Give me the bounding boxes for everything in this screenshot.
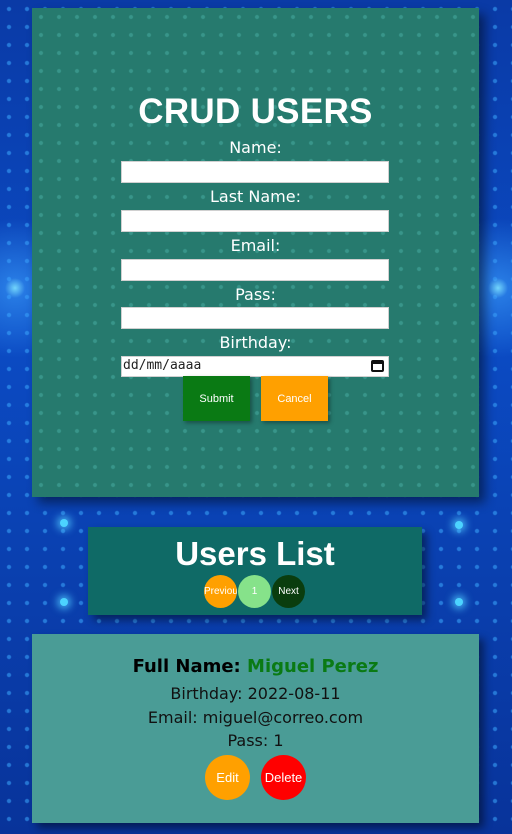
- email-field[interactable]: [121, 259, 389, 281]
- page-number-button[interactable]: 1: [238, 575, 271, 608]
- pass-field[interactable]: [121, 307, 389, 329]
- background-glow: [60, 519, 68, 527]
- previous-page-button[interactable]: Previous: [204, 575, 237, 608]
- background-glow: [60, 598, 68, 606]
- user-email: Email: miguel@correo.com: [147, 708, 364, 727]
- calendar-icon[interactable]: [371, 360, 384, 372]
- name-field[interactable]: [121, 161, 389, 183]
- birthday-label: Birthday:: [219, 333, 292, 352]
- full-name-label: Full Name:: [132, 656, 241, 677]
- users-list-title: Users List: [175, 535, 335, 572]
- background-glow: [455, 521, 463, 529]
- user-card: Full Name: Miguel Perez Birthday: 2022-0…: [32, 634, 479, 823]
- edit-button[interactable]: Edit: [205, 755, 250, 800]
- last-name-field[interactable]: [121, 210, 389, 232]
- cancel-button[interactable]: Cancel: [261, 376, 328, 421]
- user-form-card: CRUD USERS Name: Last Name: Email: Pass:…: [32, 8, 479, 497]
- full-name-line: Full Name: Miguel Perez: [32, 656, 479, 677]
- delete-button[interactable]: Delete: [261, 755, 306, 800]
- submit-button[interactable]: Submit: [183, 376, 250, 421]
- pass-label: Pass:: [235, 285, 276, 304]
- name-label: Name:: [229, 138, 282, 157]
- birthday-placeholder: dd/mm/aaaa: [123, 358, 202, 373]
- email-label: Email:: [230, 236, 281, 255]
- last-name-label: Last Name:: [209, 187, 301, 206]
- users-list-header: Users List Previous 1 Next: [88, 527, 422, 615]
- background-glow: [455, 598, 463, 606]
- user-pass: Pass: 1: [227, 731, 284, 750]
- user-birthday: Birthday: 2022-08-11: [170, 684, 341, 703]
- form-title: CRUD USERS: [138, 92, 373, 131]
- birthday-field[interactable]: dd/mm/aaaa: [121, 356, 389, 377]
- full-name-value: Miguel Perez: [247, 656, 379, 677]
- next-page-button[interactable]: Next: [272, 575, 305, 608]
